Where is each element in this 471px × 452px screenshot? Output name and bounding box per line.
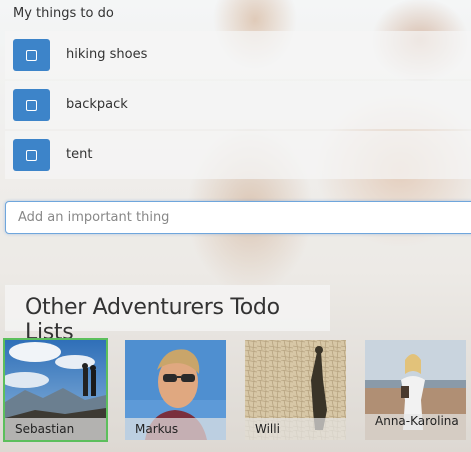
todo-label: tent xyxy=(66,147,93,162)
adventurer-name: Willi xyxy=(245,418,346,440)
checkbox-icon xyxy=(26,99,37,111)
list-title: My things to do xyxy=(13,6,114,21)
adventurer-card-markus[interactable]: Markus xyxy=(125,340,226,440)
other-lists-header: Other Adventurers Todo Lists xyxy=(5,285,330,345)
todo-item: tent xyxy=(5,131,471,179)
app: My things to do hiking shoes backpack te… xyxy=(0,0,471,452)
other-lists-title: Other Adventurers Todo Lists xyxy=(25,295,280,345)
checkbox-icon xyxy=(26,49,37,61)
todo-item: backpack xyxy=(5,81,471,129)
adventurer-card-sebastian[interactable]: Sebastian xyxy=(3,338,108,442)
adventurer-card-anna-karolina[interactable]: Anna-Karolina xyxy=(365,340,466,440)
adventurer-card-willi[interactable]: Willi xyxy=(245,340,346,440)
adventurer-name: Markus xyxy=(125,418,226,440)
adventurer-name: Sebastian xyxy=(5,418,106,440)
todo-checkbox[interactable] xyxy=(13,39,50,71)
todo-checkbox[interactable] xyxy=(13,89,50,121)
todo-item: hiking shoes xyxy=(5,31,471,79)
add-todo-input[interactable] xyxy=(5,201,471,234)
checkbox-icon xyxy=(26,149,37,161)
todo-label: hiking shoes xyxy=(66,47,148,62)
adventurer-name: Anna-Karolina xyxy=(365,414,466,440)
todo-checkbox[interactable] xyxy=(13,139,50,171)
todo-label: backpack xyxy=(66,97,128,112)
